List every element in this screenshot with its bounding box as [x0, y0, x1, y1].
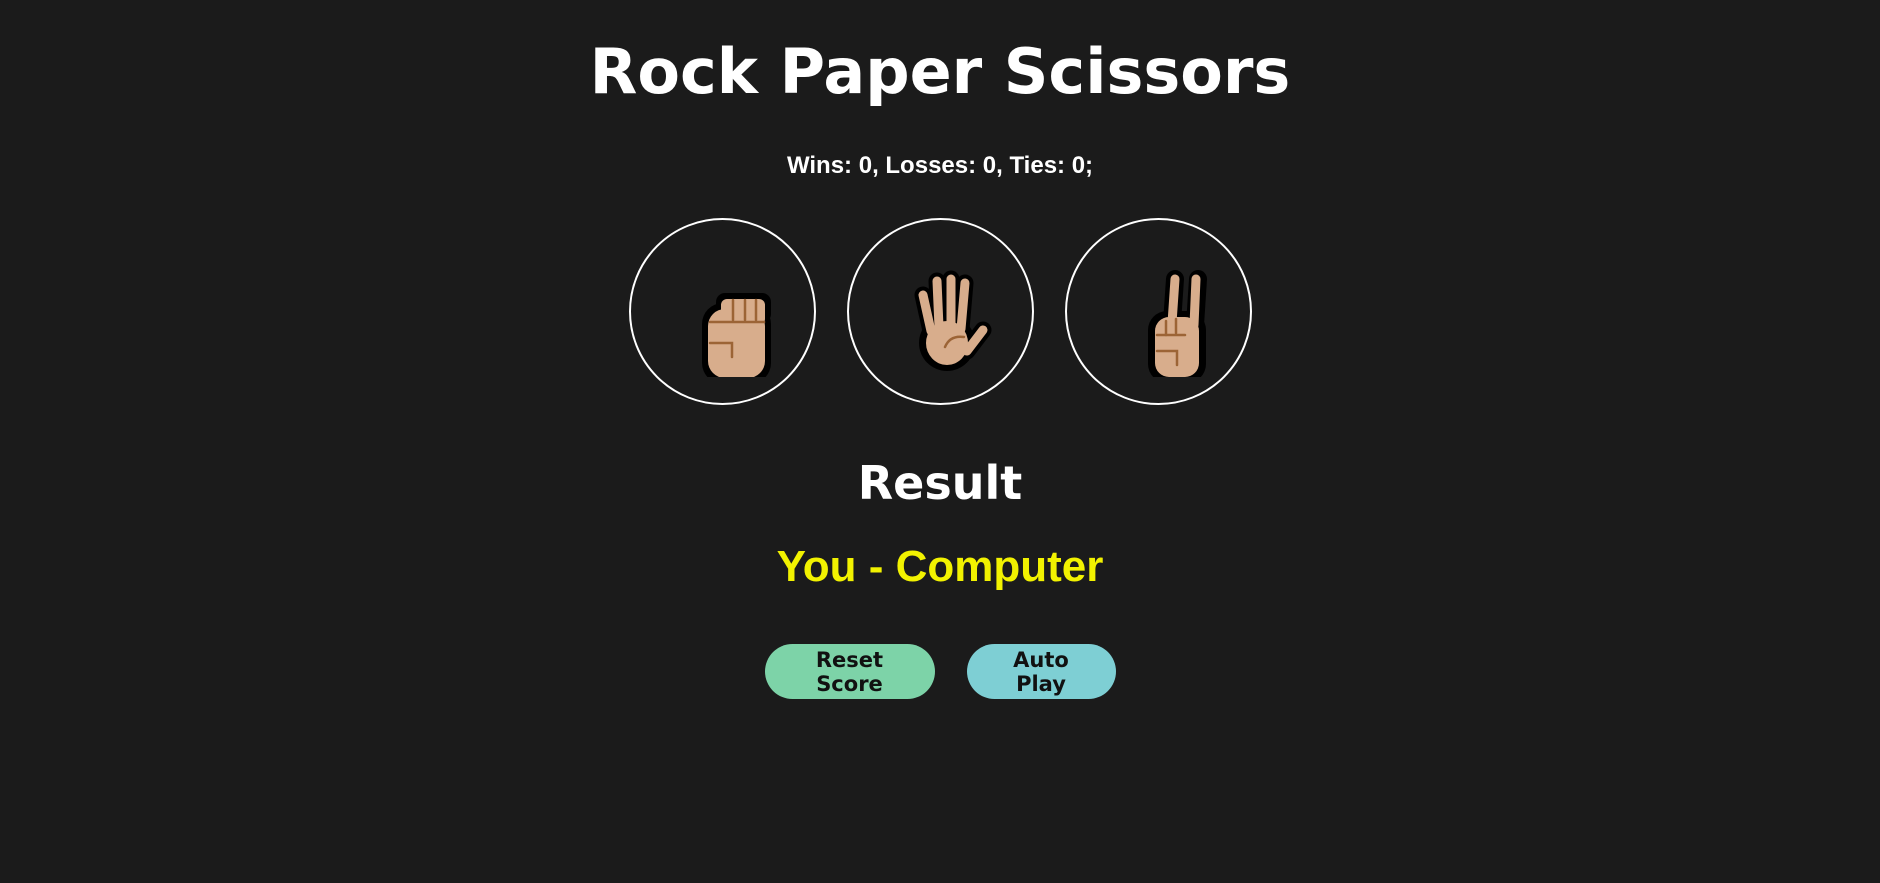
- move-buttons: [0, 218, 1880, 405]
- action-buttons: Reset Score Auto Play: [0, 644, 1880, 699]
- auto-play-button[interactable]: Auto Play: [966, 644, 1116, 699]
- paper-button[interactable]: [846, 218, 1034, 405]
- scissors-button[interactable]: [1064, 218, 1252, 405]
- reset-score-button[interactable]: Reset Score: [764, 644, 935, 699]
- score-display: Wins: 0, Losses: 0, Ties: 0;: [786, 152, 1094, 179]
- victory-hand-icon: [1148, 269, 1207, 377]
- raised-fist-icon: [702, 292, 771, 377]
- rock-button[interactable]: [628, 218, 816, 405]
- result-heading: Result: [857, 456, 1023, 510]
- page-title: Rock Paper Scissors: [589, 35, 1291, 108]
- result-text: You - Computer: [776, 542, 1104, 591]
- raised-hand-icon: [914, 270, 992, 371]
